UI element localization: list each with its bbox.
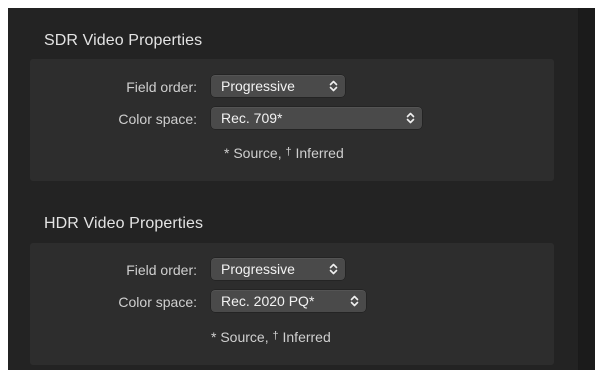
hdr-section-title: HDR Video Properties	[44, 215, 204, 232]
sdr-footnote: * Source, † Inferred	[224, 145, 344, 161]
sdr-color-space-popup[interactable]: Rec. 709*	[211, 107, 422, 129]
hdr-color-space-value: Rec. 2020 PQ*	[221, 293, 315, 309]
inferred-symbol: †	[272, 330, 279, 342]
sdr-field-order-value: Progressive	[221, 78, 295, 94]
hdr-color-space-popup[interactable]: Rec. 2020 PQ*	[211, 290, 366, 312]
hdr-field-order-value: Progressive	[221, 261, 295, 277]
inferred-note: Inferred	[282, 329, 331, 345]
chevron-up-down-icon	[406, 112, 415, 124]
hdr-field-order-popup[interactable]: Progressive	[211, 258, 345, 280]
hdr-color-space-label: Color space:	[118, 294, 197, 310]
source-note: * Source,	[211, 329, 269, 345]
chevron-up-down-icon	[329, 263, 338, 275]
sdr-field-order-popup[interactable]: Progressive	[211, 75, 345, 97]
sdr-section-title: SDR Video Properties	[44, 32, 203, 49]
inferred-note: Inferred	[295, 145, 344, 161]
chevron-up-down-icon	[329, 80, 338, 92]
chevron-up-down-icon	[350, 295, 359, 307]
source-note: * Source,	[224, 145, 282, 161]
hdr-footnote: * Source, † Inferred	[211, 329, 331, 345]
sdr-color-space-label: Color space:	[118, 111, 197, 127]
inferred-symbol: †	[285, 146, 292, 158]
sdr-field-order-label: Field order:	[126, 79, 197, 95]
hdr-field-order-label: Field order:	[126, 262, 197, 278]
scroll-gutter	[578, 8, 595, 370]
sdr-color-space-value: Rec. 709*	[221, 110, 283, 126]
